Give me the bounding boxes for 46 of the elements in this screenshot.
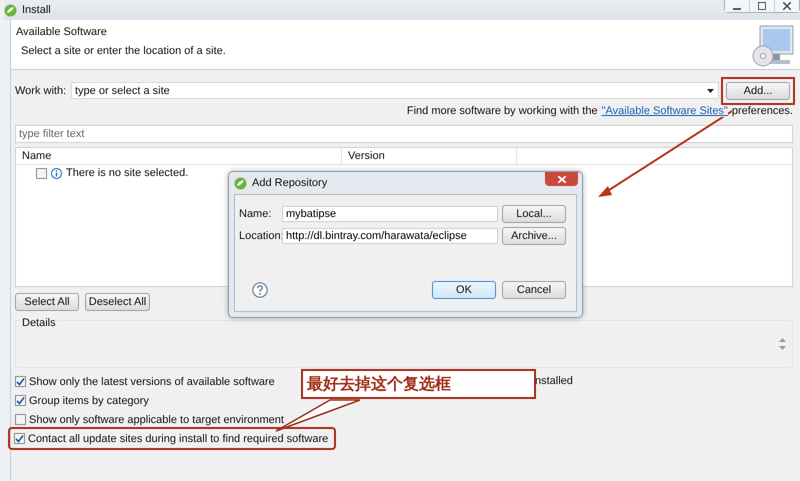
work-with-label: Work with: xyxy=(15,84,67,96)
option-label: nstalled xyxy=(535,375,573,387)
add-button[interactable]: Add... xyxy=(726,82,790,100)
checkbox[interactable] xyxy=(15,395,26,406)
checkbox[interactable] xyxy=(15,376,26,387)
maximize-icon xyxy=(758,2,766,10)
dialog-button[interactable]: OK xyxy=(432,281,496,299)
field-label: Name: xyxy=(239,208,272,220)
help-icon[interactable] xyxy=(252,282,268,298)
available-software-sites-link[interactable]: "Available Software Sites" xyxy=(602,105,728,117)
option-label: Show only software applicable to target environment xyxy=(29,414,284,426)
checkbox[interactable] xyxy=(15,414,26,425)
table-cell: There is no site selected. xyxy=(66,167,188,179)
dialog-button[interactable]: Cancel xyxy=(502,281,566,299)
dialog-title: Add Repository xyxy=(252,177,328,189)
selection-button[interactable]: Select All xyxy=(15,293,79,311)
dropdown-arrow-icon[interactable] xyxy=(707,89,714,93)
filter-field[interactable]: type filter text xyxy=(15,125,793,143)
details-label: Details xyxy=(21,317,57,329)
close-icon xyxy=(783,2,791,10)
checkbox[interactable] xyxy=(36,168,47,178)
close-button[interactable] xyxy=(545,172,578,186)
browse-button[interactable]: Local... xyxy=(502,205,566,223)
input-field[interactable]: mybatipse xyxy=(282,206,498,222)
close-icon xyxy=(558,176,566,182)
browse-button[interactable]: Archive... xyxy=(502,227,566,245)
site-combo-box[interactable]: type or select a site xyxy=(71,82,719,99)
preferences-text: preferences. xyxy=(732,105,793,117)
leaf-icon xyxy=(234,176,247,190)
input-field[interactable]: http://dl.bintray.com/harawata/eclipse xyxy=(282,228,498,244)
option-label: Group items by category xyxy=(29,394,149,406)
option-label: Contact all update sites during install to find required software xyxy=(28,432,328,444)
more-software-text: Find more software by working with the xyxy=(406,105,598,117)
leaf-icon xyxy=(4,4,17,16)
selection-button[interactable]: Deselect All xyxy=(85,293,150,311)
info-icon xyxy=(51,168,62,178)
page-title: Available Software xyxy=(16,26,108,38)
maximize-button[interactable] xyxy=(749,0,774,12)
option-label: Show only the latest versions of available software xyxy=(29,376,275,388)
close-button[interactable] xyxy=(774,0,799,12)
page-subtitle: Select a site or enter the location of a site. xyxy=(20,45,226,57)
checkbox[interactable] xyxy=(14,433,25,444)
column-header[interactable]: Version xyxy=(342,148,517,164)
minimize-button[interactable] xyxy=(725,0,749,12)
window-title: Install xyxy=(22,4,51,16)
column-header[interactable]: Name xyxy=(16,148,342,164)
